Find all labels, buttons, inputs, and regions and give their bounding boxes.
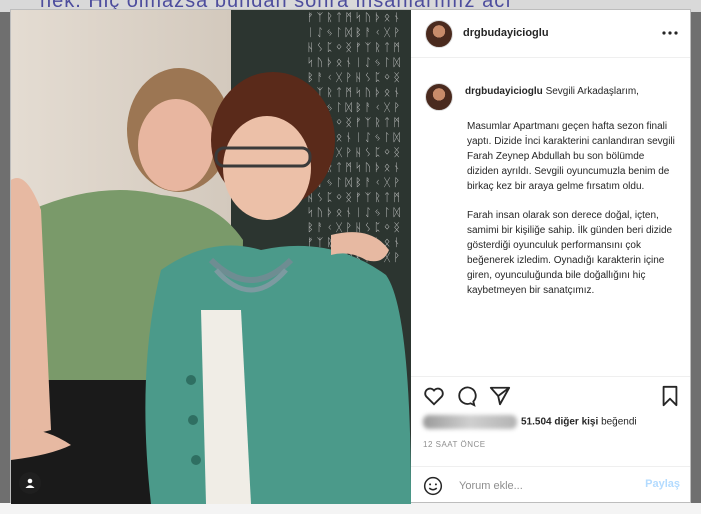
post-side-panel: drgbudayicioglu drgbudayicioglu Sevgili …	[411, 10, 690, 502]
comment-icon[interactable]	[455, 385, 477, 407]
tagged-user-icon[interactable]	[19, 472, 41, 494]
caption-section: drgbudayicioglu Sevgili Arkadaşlarım, Ma…	[411, 57, 690, 375]
caption-paragraph: Farah insan olarak son derece doğal, içt…	[467, 210, 673, 296]
likes-suffix: beğendi	[601, 416, 637, 428]
avatar[interactable]	[425, 20, 453, 48]
post-header: drgbudayicioglu	[411, 10, 690, 58]
header-username[interactable]: drgbudayicioglu	[463, 27, 549, 39]
caption-body: Masumlar Apartmanı geçen hafta sezon fin…	[467, 119, 677, 312]
post-photo[interactable]: ᚠᛉᚱᛏᛗᛋᚢᚦᛟᚾᛁᛇᛃᛚᛞᛒᚨᚲᚷᚹᚺᛊᛈᛜᛝᚠᛉᚱᛏᛗᛋᚢᚦᛟᚾᛁᛇᛃᛚᛞ…	[11, 10, 411, 504]
emoji-icon[interactable]	[423, 476, 443, 496]
caption-greeting: Sevgili Arkadaşlarım,	[545, 86, 639, 97]
likes-line: 51.504 diğer kişi beğendi	[423, 415, 637, 429]
more-icon[interactable]	[662, 30, 678, 36]
photo-people	[11, 68, 411, 504]
comment-input[interactable]	[457, 477, 631, 495]
action-bar	[411, 376, 690, 409]
heart-icon[interactable]	[423, 385, 445, 407]
caption-head: drgbudayicioglu Sevgili Arkadaşlarım,	[465, 85, 680, 99]
instagram-post: ᚠᛉᚱᛏᛗᛋᚢᚦᛟᚾᛁᛇᛃᛚᛞᛒᚨᚲᚷᚹᚺᛊᛈᛜᛝᚠᛉᚱᛏᛗᛋᚢᚦᛟᚾᛁᛇᛃᛚᛞ…	[10, 9, 691, 504]
caption-paragraph: Masumlar Apartmanı geçen hafta sezon fin…	[467, 121, 675, 192]
person-icon	[25, 478, 35, 488]
post-timestamp[interactable]: 12 SAAT ÖNCE	[423, 440, 486, 449]
post-comment-button[interactable]: Paylaş	[645, 478, 680, 490]
comment-bar: Paylaş	[411, 466, 690, 503]
caption-avatar[interactable]	[425, 83, 453, 111]
blurred-liker-name	[423, 415, 517, 429]
likes-count[interactable]: 51.504 diğer kişi	[521, 417, 598, 428]
bookmark-icon[interactable]	[659, 385, 681, 407]
background-bottom	[0, 503, 701, 514]
share-icon[interactable]	[489, 385, 511, 407]
caption-username[interactable]: drgbudayicioglu	[465, 86, 543, 97]
